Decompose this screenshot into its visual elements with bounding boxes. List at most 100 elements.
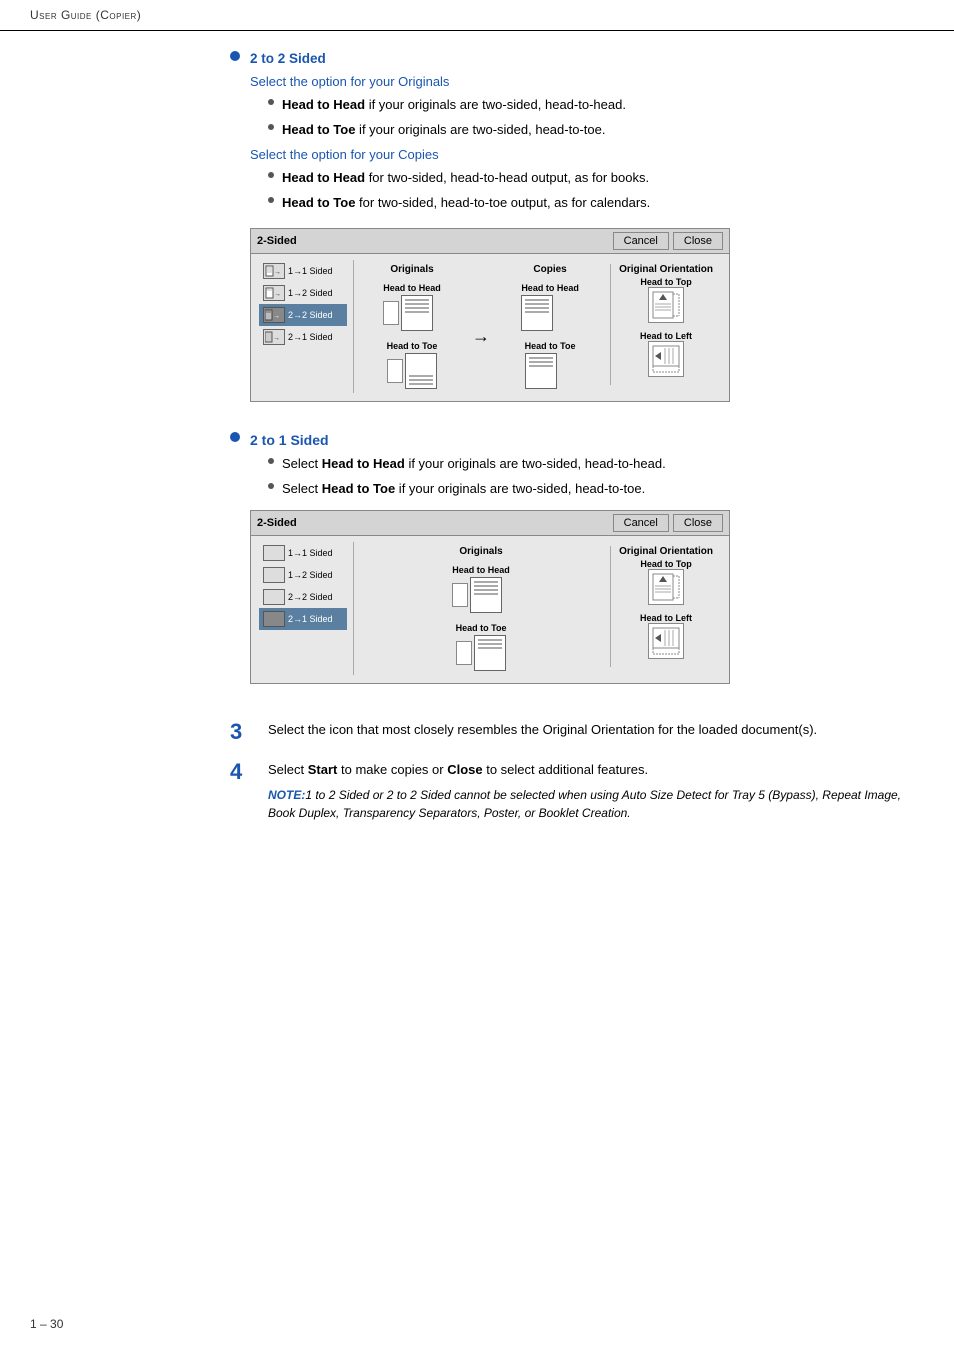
dialog1-columns: → 1→1 Sided xyxy=(259,260,721,393)
dialog2-ori-top-label: Head to Top xyxy=(640,559,691,569)
dialog1-orientation-col: Original Orientation Head to Top xyxy=(610,264,713,385)
dialog1-title: 2-Sided xyxy=(257,235,297,247)
icon-1to2: → xyxy=(265,287,283,300)
dialog2-opt-1to1[interactable]: 1→1 Sided xyxy=(259,542,347,564)
dialog1-copies-col: Copies Head to Head xyxy=(500,264,600,389)
step-4-row: 4 Select Start to make copies or Close t… xyxy=(230,760,924,822)
note-label: NOTE: xyxy=(268,788,305,802)
svg-text:→: → xyxy=(273,335,280,342)
sub-bullet-hth-copies: Head to Head for two-sided, head-to-head… xyxy=(268,168,924,188)
dialog-2sided-1: 2-Sided Cancel Close xyxy=(250,228,730,402)
title-2to2sided-text: 2 to 2 Sided xyxy=(250,51,326,66)
dialog2-orientation-col: Original Orientation Head to Top xyxy=(610,546,713,667)
dialog1-copies-hth[interactable]: Head to Head xyxy=(521,283,579,331)
dialog1-copies-htt[interactable]: Head to Toe xyxy=(525,341,576,389)
icon-2to2: → xyxy=(265,309,283,322)
sub-bullet-htt-orig: Head to Toe if your originals are two-si… xyxy=(268,120,924,140)
dot3 xyxy=(268,172,274,178)
dialog1-ori-top[interactable]: Head to Top xyxy=(619,277,713,323)
step4-text-mid: to make copies or xyxy=(337,762,447,777)
dialog2-opt-2to2-icon xyxy=(263,589,285,605)
dialog1-opt-2to1-label: 2→1 Sided xyxy=(288,332,333,342)
dialog1-originals-col: Originals Head to Head xyxy=(362,264,462,389)
section-2to2sided: 2 to 2 Sided Select the option for your … xyxy=(230,51,924,422)
dialog2-orig-htt[interactable]: Head to Toe xyxy=(456,623,507,671)
dialog2-panel-cols: Originals Head to Head xyxy=(362,546,713,671)
dialog1-orientation-label: Original Orientation xyxy=(619,264,713,275)
dialog1-ori-left[interactable]: Head to Left xyxy=(619,331,713,377)
step-3-text: Select the icon that most closely resemb… xyxy=(268,720,924,740)
dialog-2sided-2: 2-Sided Cancel Close 1→1 Si xyxy=(250,510,730,684)
2to1-hth-text: Select Head to Head if your originals ar… xyxy=(282,454,666,474)
dialog1-titlebar: 2-Sided Cancel Close xyxy=(251,229,729,254)
dot4 xyxy=(268,197,274,203)
dialog1-arrow: → xyxy=(472,326,490,347)
dialog1-opt-2to1[interactable]: → 2→1 Sided xyxy=(259,326,347,348)
step-3-number: 3 xyxy=(230,720,258,744)
dialog2-orig-hth[interactable]: Head to Head xyxy=(452,565,510,613)
dialog2-opt-1to1-label: 1→1 Sided xyxy=(288,548,333,558)
dialog2-opt-1to1-icon xyxy=(263,545,285,561)
dialog2-buttons: Cancel Close xyxy=(613,514,723,532)
step4-text-end: to select additional features. xyxy=(483,762,649,777)
step-3-row: 3 Select the icon that most closely rese… xyxy=(230,720,924,744)
svg-text:→: → xyxy=(273,313,280,320)
dialog2-orig-htt-label: Head to Toe xyxy=(456,623,507,633)
dialog2-originals-label: Originals xyxy=(459,546,502,557)
dialog1-close-btn[interactable]: Close xyxy=(673,232,723,250)
dialog1-copies-htt-icon xyxy=(525,353,557,389)
header-title: User Guide (Copier) xyxy=(30,8,141,22)
page-number: 1 – 30 xyxy=(30,1317,63,1331)
dialog1-buttons: Cancel Close xyxy=(613,232,723,250)
dialog1-ori-top-svg xyxy=(651,290,681,320)
dialog1-cancel-btn[interactable]: Cancel xyxy=(613,232,669,250)
2to1-htt-text: Select Head to Toe if your originals are… xyxy=(282,479,645,499)
dialog1-ori-top-img xyxy=(648,287,684,323)
dialog1-opt-1to1[interactable]: → 1→1 Sided xyxy=(259,260,347,282)
2to1-sub: Select Head to Head if your originals ar… xyxy=(268,454,924,498)
sub-bullet-htt-copies: Head to Toe for two-sided, head-to-toe o… xyxy=(268,193,924,213)
dot2 xyxy=(268,124,274,130)
dialog2-close-btn[interactable]: Close xyxy=(673,514,723,532)
dialog1-opt-1to1-label: 1→1 Sided xyxy=(288,266,333,276)
title-2to1sided: 2 to 1 Sided xyxy=(250,432,924,448)
dialog2-columns: 1→1 Sided 1→2 Sided 2→2 Sided xyxy=(259,542,721,675)
dialog2-body: 1→1 Sided 1→2 Sided 2→2 Sided xyxy=(251,536,729,683)
dialog1-orig-hth[interactable]: Head to Head xyxy=(383,283,441,331)
sub-bullet-hth-orig: Head to Head if your originals are two-s… xyxy=(268,95,924,115)
dialog1-ori-left-svg xyxy=(651,344,681,374)
dialog2-main: Originals Head to Head xyxy=(354,542,721,675)
dialog1-opt-1to2[interactable]: → 1→2 Sided xyxy=(259,282,347,304)
dialog1-copies-htt-label: Head to Toe xyxy=(525,341,576,351)
copies-htt-text: Head to Toe for two-sided, head-to-toe o… xyxy=(282,193,650,213)
sub-bullet-htt-2to1: Select Head to Toe if your originals are… xyxy=(268,479,924,499)
dialog1-body: → 1→1 Sided xyxy=(251,254,729,401)
dialog2-opt-2to1[interactable]: 2→1 Sided xyxy=(259,608,347,630)
dialog2-ori-left-img xyxy=(648,623,684,659)
dialog2-opt-1to2-icon xyxy=(263,567,285,583)
step4-note: NOTE:1 to 2 Sided or 2 to 2 Sided cannot… xyxy=(268,786,924,822)
copies-sub: Head to Head for two-sided, head-to-head… xyxy=(268,168,924,212)
dialog2-ori-left[interactable]: Head to Left xyxy=(619,613,713,659)
dot6 xyxy=(268,483,274,489)
bullet-dot-2to1 xyxy=(230,432,240,442)
dialog2-opt-2to2[interactable]: 2→2 Sided xyxy=(259,586,347,608)
step-4-number: 4 xyxy=(230,760,258,784)
dialog1-panel-cols: Originals Head to Head xyxy=(362,264,713,389)
dialog2-ori-top[interactable]: Head to Top xyxy=(619,559,713,605)
dialog2-opt-1to2-label: 1→2 Sided xyxy=(288,570,333,580)
dialog2-cancel-btn[interactable]: Cancel xyxy=(613,514,669,532)
dialog2-ori-left-svg xyxy=(651,626,681,656)
copies-hth-text: Head to Head for two-sided, head-to-head… xyxy=(282,168,649,188)
dialog1-orig-hth-label: Head to Head xyxy=(383,283,441,293)
orig-hth-text: Head to Head if your originals are two-s… xyxy=(282,95,626,115)
dialog1-orig-htt[interactable]: Head to Toe xyxy=(387,341,438,389)
dialog1-ori-left-img xyxy=(648,341,684,377)
dialog2-ori-top-svg xyxy=(651,572,681,602)
dialog1-opt-2to2[interactable]: → 2→2 Sided xyxy=(259,304,347,326)
dialog2-opt-2to1-icon xyxy=(263,611,285,627)
dialog2-opt-1to2[interactable]: 1→2 Sided xyxy=(259,564,347,586)
dialog2-orientation-label: Original Orientation xyxy=(619,546,713,557)
dialog1-originals-label: Originals xyxy=(390,264,433,275)
note-text: 1 to 2 Sided or 2 to 2 Sided cannot be s… xyxy=(268,788,901,820)
